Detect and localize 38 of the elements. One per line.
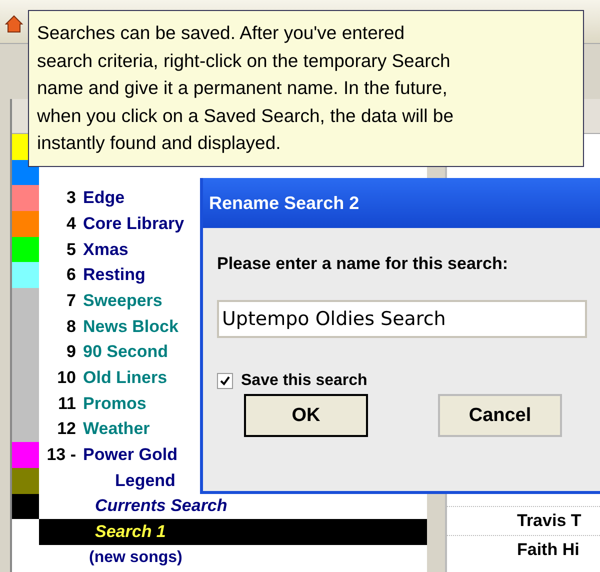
search-list-item[interactable]: 90 Second — [83, 342, 168, 362]
cancel-button[interactable]: Cancel — [438, 394, 562, 437]
item-number: 5 — [66, 240, 77, 260]
search-list-item[interactable]: Weather — [83, 419, 150, 440]
search-list-item[interactable]: Promos — [83, 394, 146, 414]
tooltip-text: Searches can be saved. After you've entered search criteria, right-click on the temporary Search name and give it a permanent name. In the future, when you click on a Saved Search, the data will be instantly found and displayed. — [37, 22, 454, 153]
search-list-item[interactable]: Sweepers — [83, 290, 162, 311]
search-list-item[interactable]: Edge — [83, 188, 125, 208]
search-list-item[interactable]: Resting — [83, 265, 146, 286]
item-number: 13 - — [46, 445, 77, 466]
item-number: 9 — [66, 342, 77, 362]
item-number: 11 — [57, 394, 77, 414]
item-number: 12 — [56, 419, 77, 440]
item-number: 8 — [66, 316, 77, 337]
name-input-field[interactable]: Uptempo Oldies Search — [217, 300, 587, 338]
item-number: 7 — [66, 290, 77, 311]
search-list-item[interactable]: Old Liners — [83, 368, 168, 388]
checkbox-label: Save this search — [241, 372, 368, 390]
search-list-item[interactable]: News Block — [83, 316, 178, 337]
selected-row[interactable]: Search 1 — [39, 519, 427, 545]
search-list-item[interactable]: Core Library — [83, 214, 184, 234]
search-list-item[interactable]: (new songs) — [39, 548, 182, 567]
item-number: 6 — [66, 265, 77, 286]
house-icon[interactable] — [4, 14, 24, 34]
search-list-item[interactable]: Power Gold — [83, 445, 178, 466]
artist-cell: Faith Hi — [517, 540, 580, 560]
prompt-text: Please enter a name for this search: — [217, 254, 510, 274]
artist-cell: Travis T — [517, 511, 582, 531]
search-list-item[interactable]: Legend — [39, 470, 176, 491]
item-number: 4 — [66, 214, 77, 234]
search-list-item[interactable]: Currents Search — [39, 496, 228, 516]
item-number: 10 — [56, 368, 77, 388]
search-list-item[interactable]: Xmas — [83, 240, 128, 260]
search-list-item[interactable]: Search 1 — [39, 522, 166, 542]
ok-button[interactable]: OK — [244, 394, 368, 437]
item-number: 3 — [66, 188, 77, 208]
dialog-title: Rename Search 2 — [209, 192, 360, 214]
save-checkbox[interactable] — [217, 373, 233, 389]
